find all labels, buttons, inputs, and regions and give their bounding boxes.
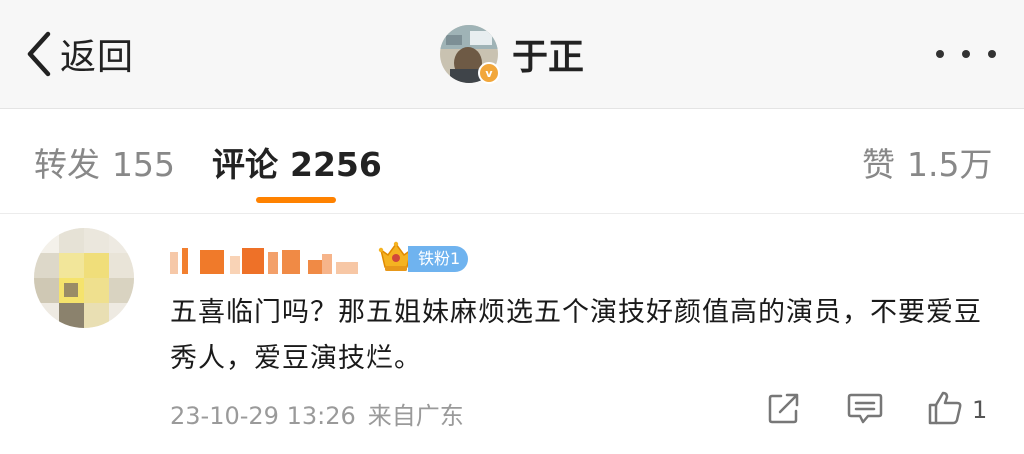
tab-reposts-label: 转发 — [34, 145, 100, 184]
profile-title[interactable]: 于正 — [440, 24, 584, 84]
reply-button[interactable] — [846, 390, 884, 430]
dot — [936, 50, 944, 58]
more-options-icon[interactable] — [936, 44, 996, 64]
share-icon — [766, 390, 802, 430]
share-button[interactable] — [766, 390, 802, 430]
tab-comments-count: 2256 — [290, 145, 382, 184]
tab-likes-count: 1.5万 — [907, 145, 993, 184]
post-stats-tabs: 转发 155 评论 2256 赞 1.5万 — [0, 109, 1024, 214]
back-label: 返回 — [60, 37, 135, 78]
commenter-name-blurred[interactable] — [170, 246, 370, 276]
tab-reposts[interactable]: 转发 155 — [34, 145, 175, 185]
fan-level-badge: 铁粉1 — [378, 241, 469, 276]
dot — [962, 50, 970, 58]
comment-item: 铁粉1 五喜临门吗？那五姐妹麻烦选五个演技好颜值高的演员，不要爱豆秀人，爱豆演技… — [0, 214, 1024, 454]
verified-badge-icon: v — [478, 62, 500, 84]
tab-reposts-count: 155 — [112, 145, 175, 184]
comment-meta: 23-10-29 13:26 来自广东 — [170, 396, 464, 431]
like-button[interactable]: 1 — [926, 390, 987, 430]
comment-location: 来自广东 — [367, 402, 464, 430]
chevron-left-icon — [24, 30, 54, 78]
tab-likes-label: 赞 — [862, 145, 895, 184]
tab-comments[interactable]: 评论 2256 — [212, 145, 382, 185]
tab-likes[interactable]: 赞 1.5万 — [862, 145, 992, 185]
fan-badge-label: 铁粉1 — [408, 246, 469, 272]
top-navigation-bar: 返回 于正 v — [0, 0, 1024, 109]
like-count: 1 — [972, 396, 988, 424]
like-icon — [926, 389, 964, 431]
reply-comment-icon — [846, 390, 884, 430]
back-button[interactable]: 返回 — [24, 28, 134, 80]
comment-text: 五喜临门吗？那五姐妹麻烦选五个演技好颜值高的演员，不要爱豆秀人，爱豆演技烂。 — [170, 297, 982, 374]
page-title: 于正 — [512, 37, 585, 78]
active-tab-indicator — [256, 197, 336, 203]
comment-timestamp: 23-10-29 13:26 — [170, 402, 356, 430]
dot — [988, 50, 996, 58]
tab-comments-label: 评论 — [212, 145, 278, 184]
commenter-avatar[interactable] — [34, 228, 134, 328]
